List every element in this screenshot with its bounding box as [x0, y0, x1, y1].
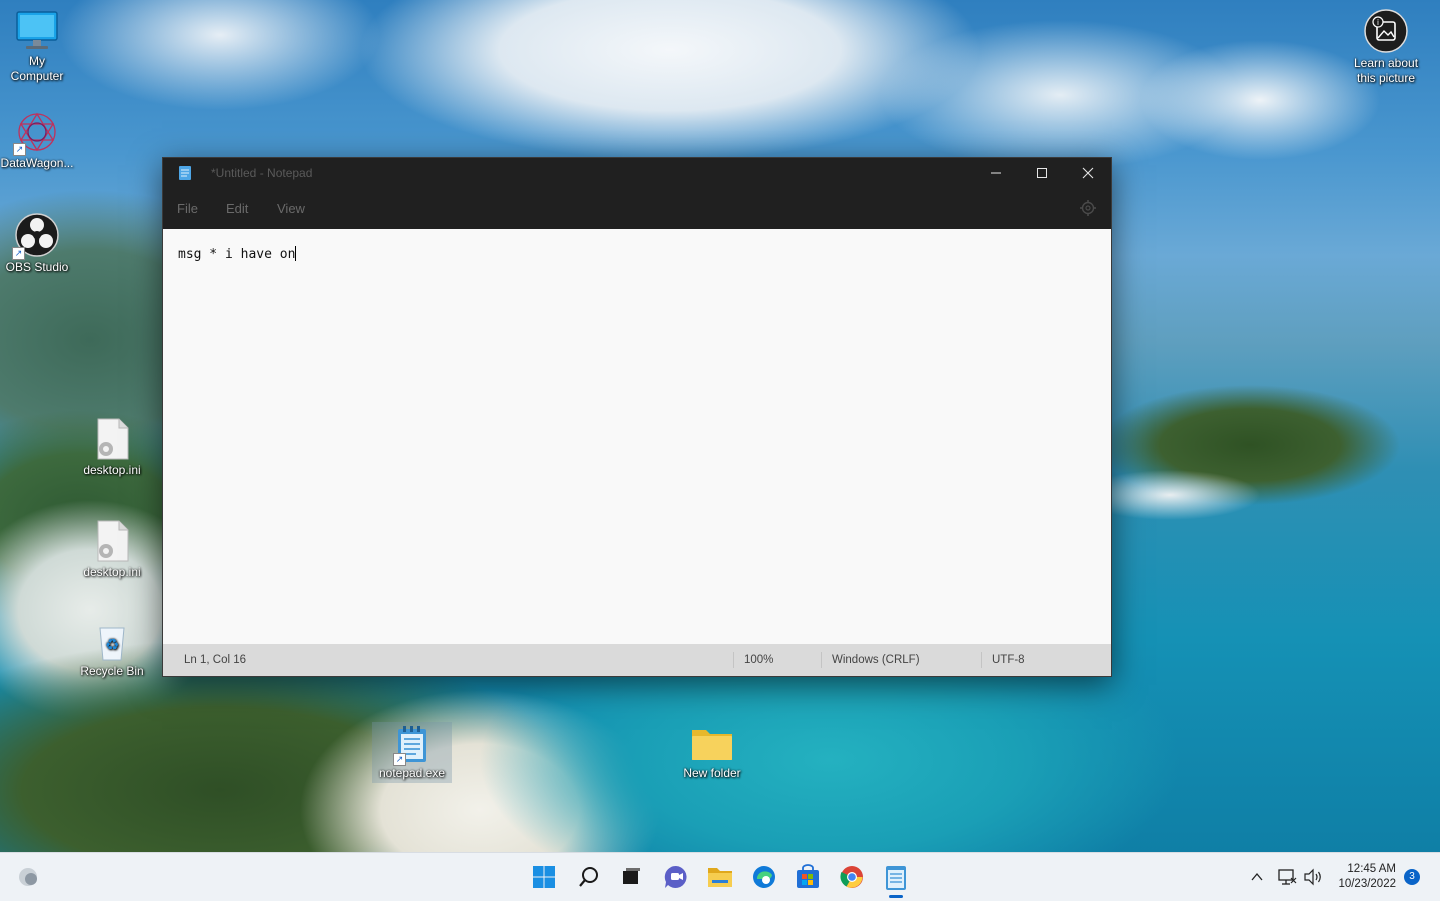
edge-button[interactable] — [750, 863, 778, 891]
network-icon — [1278, 869, 1297, 885]
chat-button[interactable] — [662, 863, 690, 891]
status-divider — [733, 652, 734, 668]
close-icon — [1082, 167, 1094, 179]
taskbar: 12:45 AM 10/23/2022 3 — [0, 852, 1440, 901]
settings-file-icon — [92, 519, 132, 563]
recycle-bin-icon: ♻ — [94, 622, 130, 662]
desktop-icon-label: My Computer — [10, 54, 64, 83]
desktop-icon-label: OBS Studio — [5, 260, 69, 274]
desktop-icon-label: desktop.ini — [83, 565, 141, 579]
title-bar[interactable]: *Untitled - Notepad — [163, 158, 1111, 188]
status-bar: Ln 1, Col 16 100% Windows (CRLF) UTF-8 — [163, 644, 1111, 676]
obs-studio-icon: ↗ — [12, 212, 60, 260]
chrome-button[interactable] — [838, 863, 866, 891]
chat-icon — [664, 865, 687, 888]
desktop-icon-notepad-exe[interactable]: ↗ notepad.exe — [372, 722, 452, 783]
file-explorer-icon — [708, 868, 732, 887]
menu-edit[interactable]: Edit — [226, 201, 248, 216]
notepad-icon — [179, 166, 191, 180]
minimize-icon — [991, 172, 1001, 174]
desktop-icon-label: DataWagon... — [0, 156, 74, 170]
volume-button[interactable] — [1302, 863, 1324, 891]
file-explorer-button[interactable] — [706, 863, 734, 891]
desktop-icon-datawagon[interactable]: ↗ DataWagon... — [0, 110, 77, 171]
minimize-button[interactable] — [973, 158, 1019, 188]
chrome-icon — [840, 866, 863, 888]
desktop-icon-label: notepad.exe — [378, 766, 446, 780]
network-button[interactable] — [1276, 863, 1298, 891]
datawagon-logo-icon: ↗ — [13, 110, 59, 156]
desktop-icon-label: New folder — [683, 766, 741, 780]
editor-content: msg * i have on — [178, 247, 296, 262]
svg-text:i: i — [1377, 18, 1379, 27]
close-button[interactable] — [1065, 158, 1111, 188]
clock[interactable]: 12:45 AM 10/23/2022 — [1338, 862, 1396, 892]
maximize-button[interactable] — [1019, 158, 1065, 188]
text-editor-area[interactable]: msg * i have on — [163, 229, 1111, 644]
editor-text: msg * i have on — [178, 246, 297, 262]
show-hidden-icons-button[interactable] — [1247, 863, 1267, 891]
shortcut-arrow-icon: ↗ — [393, 753, 406, 766]
status-encoding: UTF-8 — [992, 654, 1025, 666]
window-title: *Untitled - Notepad — [211, 166, 313, 180]
task-view-icon — [623, 868, 640, 884]
task-view-button[interactable] — [617, 863, 645, 891]
notepad-icon: ↗ — [393, 724, 429, 766]
desktop-icon-my-computer[interactable]: My Computer — [0, 10, 77, 84]
notepad-icon — [886, 866, 906, 890]
svg-text:♻: ♻ — [105, 635, 119, 654]
notification-badge[interactable]: 3 — [1404, 869, 1420, 885]
speaker-icon — [1304, 868, 1321, 886]
desktop-icon-desktop-ini-2[interactable]: desktop.ini — [72, 519, 152, 580]
menu-file[interactable]: File — [177, 201, 198, 216]
text-caret — [295, 246, 297, 261]
shortcut-arrow-icon: ↗ — [13, 143, 26, 156]
desktop-icon-obs-studio[interactable]: ↗ OBS Studio — [0, 212, 77, 275]
desktop-icon-label: Recycle Bin — [80, 664, 144, 678]
picture-info-icon: i — [1363, 8, 1409, 54]
folder-icon — [690, 724, 734, 764]
monitor-icon — [15, 10, 59, 52]
search-icon — [579, 867, 598, 887]
active-app-indicator — [889, 895, 903, 898]
menu-bar: File Edit View — [163, 188, 1111, 229]
desktop-icon-new-folder[interactable]: New folder — [672, 724, 752, 781]
desktop-icon-recycle-bin[interactable]: ♻ Recycle Bin — [72, 622, 152, 679]
chevron-up-icon — [1251, 872, 1263, 881]
notepad-taskbar-button[interactable] — [882, 863, 910, 898]
clock-date: 10/23/2022 — [1338, 878, 1396, 890]
menu-view[interactable]: View — [277, 201, 305, 216]
status-cursor-position: Ln 1, Col 16 — [184, 654, 247, 666]
learn-about-picture[interactable]: i Learn about this picture — [1346, 8, 1426, 86]
store-icon — [797, 864, 819, 888]
start-button[interactable] — [530, 863, 558, 891]
search-button[interactable] — [575, 863, 603, 891]
status-line-ending: Windows (CRLF) — [832, 654, 920, 666]
status-zoom: 100% — [744, 654, 774, 666]
weather-widget-icon — [19, 868, 37, 886]
store-button[interactable] — [794, 863, 822, 891]
settings-gear-icon[interactable] — [1079, 199, 1097, 217]
status-divider — [981, 652, 982, 668]
start-icon — [533, 866, 555, 888]
status-divider — [821, 652, 822, 668]
settings-file-icon — [92, 417, 132, 461]
desktop-icon-label: desktop.ini — [83, 463, 141, 477]
edge-icon — [753, 866, 775, 888]
clock-time: 12:45 AM — [1347, 863, 1396, 875]
shortcut-arrow-icon: ↗ — [12, 247, 25, 260]
maximize-icon — [1037, 168, 1047, 178]
notepad-window[interactable]: *Untitled - Notepad File Edit View msg *… — [162, 157, 1112, 677]
widgets-button[interactable] — [14, 863, 42, 891]
desktop-icon-desktop-ini-1[interactable]: desktop.ini — [72, 417, 152, 478]
learn-about-picture-label: Learn about this picture — [1353, 56, 1419, 85]
